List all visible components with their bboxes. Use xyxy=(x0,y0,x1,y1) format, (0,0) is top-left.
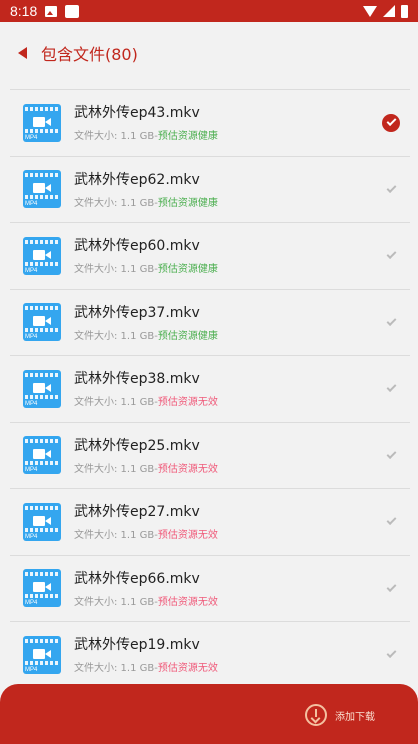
check-icon xyxy=(386,315,396,326)
file-meta: 文件大小: 1.1 GB-预估资源无效 xyxy=(74,593,410,608)
video-file-icon: MP4 xyxy=(23,635,61,674)
select-checkbox[interactable] xyxy=(382,579,400,597)
image-notification-icon xyxy=(45,5,58,17)
add-download-button[interactable]: 添加下载 xyxy=(305,704,375,726)
file-type-tag: MP4 xyxy=(25,201,38,208)
file-meta: 文件大小: 1.1 GB-预估资源健康 xyxy=(74,260,410,275)
file-row[interactable]: MP4 武林外传ep19.mkv 文件大小: 1.1 GB-预估资源无效 xyxy=(10,622,410,689)
health-status: 预估资源健康 xyxy=(157,330,218,342)
file-meta: 文件大小: 1.1 GB-预估资源无效 xyxy=(74,460,410,475)
video-file-icon: MP4 xyxy=(23,103,61,142)
health-status: 预估资源无效 xyxy=(157,663,218,675)
file-row[interactable]: MP4 武林外传ep66.mkv 文件大小: 1.1 GB-预估资源无效 xyxy=(10,556,410,622)
video-file-icon: MP4 xyxy=(23,569,61,608)
file-type-tag: MP4 xyxy=(25,334,38,341)
file-size: 文件大小: 1.1 GB- xyxy=(74,530,158,542)
status-bar: 8:18 xyxy=(0,0,418,22)
video-file-icon: MP4 xyxy=(23,303,61,342)
check-icon xyxy=(386,382,396,393)
select-checkbox[interactable] xyxy=(382,446,400,464)
video-file-icon: MP4 xyxy=(23,436,61,475)
add-download-label: 添加下载 xyxy=(335,711,375,723)
file-name: 武林外传ep66.mkv xyxy=(74,570,200,587)
health-status: 预估资源无效 xyxy=(157,397,218,409)
video-file-icon: MP4 xyxy=(23,502,61,541)
file-row[interactable]: MP4 武林外传ep43.mkv 文件大小: 1.1 GB-预估资源健康 xyxy=(10,90,410,157)
file-type-tag: MP4 xyxy=(25,134,38,141)
file-type-tag: MP4 xyxy=(25,600,38,607)
file-meta: 文件大小: 1.1 GB-预估资源健康 xyxy=(74,127,410,142)
video-file-icon: MP4 xyxy=(23,369,61,408)
file-meta: 文件大小: 1.1 GB-预估资源健康 xyxy=(74,194,410,209)
file-type-tag: MP4 xyxy=(25,400,38,407)
back-arrow-icon[interactable] xyxy=(18,47,27,59)
signal-icon xyxy=(383,5,395,17)
select-checkbox[interactable] xyxy=(382,180,400,198)
select-checkbox[interactable] xyxy=(382,247,400,265)
file-name: 武林外传ep37.mkv xyxy=(74,304,200,321)
file-size: 文件大小: 1.1 GB- xyxy=(74,197,158,209)
video-file-icon: MP4 xyxy=(23,170,61,209)
video-file-icon: MP4 xyxy=(23,236,61,275)
file-name: 武林外传ep62.mkv xyxy=(74,171,200,188)
wifi-icon xyxy=(363,5,377,17)
check-icon xyxy=(386,116,396,127)
file-type-tag: MP4 xyxy=(25,533,38,540)
header: 包含文件(80) xyxy=(0,22,418,84)
file-meta: 文件大小: 1.1 GB-预估资源健康 xyxy=(74,327,410,342)
health-status: 预估资源健康 xyxy=(157,197,218,209)
app-notification-icon xyxy=(65,4,80,18)
file-meta: 文件大小: 1.1 GB-预估资源无效 xyxy=(74,526,410,541)
file-meta: 文件大小: 1.1 GB-预估资源无效 xyxy=(74,659,410,674)
file-name: 武林外传ep19.mkv xyxy=(74,637,200,654)
download-icon xyxy=(305,704,327,726)
file-row[interactable]: MP4 武林外传ep37.mkv 文件大小: 1.1 GB-预估资源健康 xyxy=(10,290,410,356)
file-size: 文件大小: 1.1 GB- xyxy=(74,131,158,143)
file-size: 文件大小: 1.1 GB- xyxy=(74,264,158,276)
file-name: 武林外传ep43.mkv xyxy=(74,105,200,122)
file-name: 武林外传ep25.mkv xyxy=(74,437,200,454)
select-checkbox[interactable] xyxy=(382,513,400,531)
health-status: 预估资源健康 xyxy=(157,131,218,143)
file-row[interactable]: MP4 武林外传ep25.mkv 文件大小: 1.1 GB-预估资源无效 xyxy=(10,423,410,489)
file-meta: 文件大小: 1.1 GB-预估资源无效 xyxy=(74,393,410,408)
file-size: 文件大小: 1.1 GB- xyxy=(74,663,158,675)
file-size: 文件大小: 1.1 GB- xyxy=(74,397,158,409)
health-status: 预估资源健康 xyxy=(157,264,218,276)
select-checkbox[interactable] xyxy=(382,313,400,331)
file-name: 武林外传ep60.mkv xyxy=(74,238,200,255)
file-row[interactable]: MP4 武林外传ep62.mkv 文件大小: 1.1 GB-预估资源健康 xyxy=(10,157,410,223)
file-row[interactable]: MP4 武林外传ep38.mkv 文件大小: 1.1 GB-预估资源无效 xyxy=(10,356,410,423)
file-size: 文件大小: 1.1 GB- xyxy=(74,330,158,342)
file-row[interactable]: MP4 武林外传ep27.mkv 文件大小: 1.1 GB-预估资源无效 xyxy=(10,489,410,556)
file-type-tag: MP4 xyxy=(25,467,38,474)
file-row[interactable]: MP4 武林外传ep60.mkv 文件大小: 1.1 GB-预估资源健康 xyxy=(10,223,410,290)
page-title: 包含文件(80) xyxy=(41,45,138,64)
check-icon xyxy=(386,448,396,459)
file-type-tag: MP4 xyxy=(25,666,38,673)
file-type-tag: MP4 xyxy=(25,267,38,274)
file-name: 武林外传ep27.mkv xyxy=(74,504,200,521)
select-checkbox[interactable] xyxy=(382,380,400,398)
health-status: 预估资源无效 xyxy=(157,530,218,542)
check-icon xyxy=(386,182,396,193)
select-checkbox[interactable] xyxy=(382,646,400,664)
check-icon xyxy=(386,581,396,592)
health-status: 预估资源无效 xyxy=(157,463,218,475)
health-status: 预估资源无效 xyxy=(157,596,218,608)
select-checkbox[interactable] xyxy=(382,113,400,132)
check-icon xyxy=(386,648,396,659)
file-list: MP4 武林外传ep43.mkv 文件大小: 1.1 GB-预估资源健康 MP4… xyxy=(10,89,410,689)
battery-icon xyxy=(401,4,408,18)
check-icon xyxy=(386,249,396,260)
file-size: 文件大小: 1.1 GB- xyxy=(74,596,158,608)
check-icon xyxy=(386,515,396,526)
file-name: 武林外传ep38.mkv xyxy=(74,371,200,388)
bottom-bar: 添加下载 xyxy=(0,684,418,744)
status-time: 8:18 xyxy=(10,3,38,19)
file-size: 文件大小: 1.1 GB- xyxy=(74,463,158,475)
